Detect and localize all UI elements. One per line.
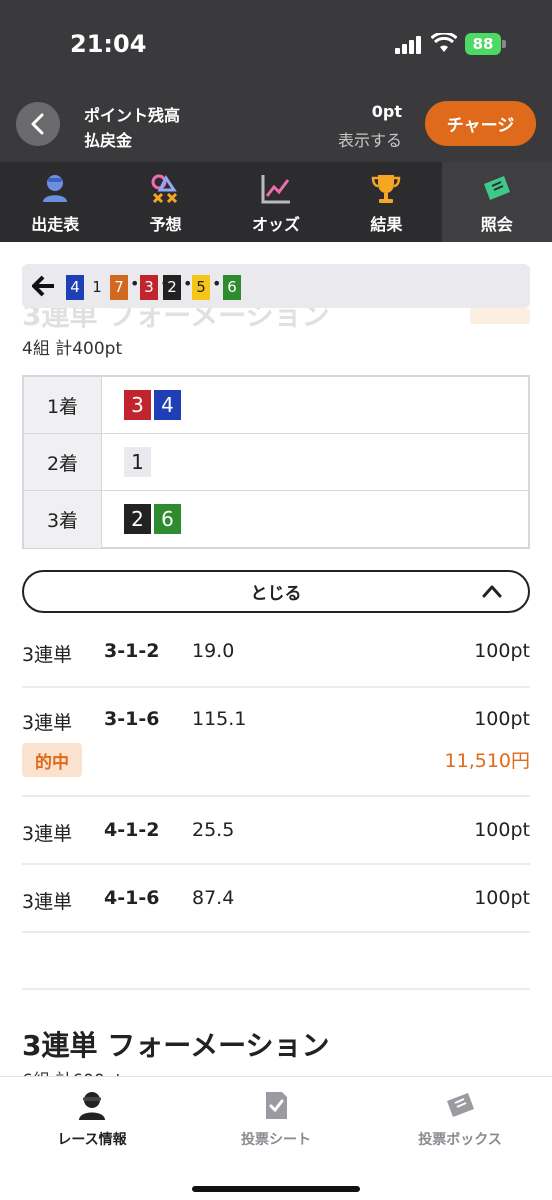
bet-amount: 100pt: [474, 640, 530, 662]
bet-type: 3連単: [22, 712, 73, 734]
bet-combo: 3-1-6: [104, 708, 160, 730]
prediction-shapes-icon: [151, 174, 178, 204]
ticket-icon: [483, 176, 510, 200]
section-divider: [22, 988, 530, 990]
number-box: 1: [124, 447, 151, 477]
tab-odds[interactable]: オッズ: [221, 162, 331, 242]
number-box: 3: [124, 390, 151, 420]
order-chip: 1: [88, 275, 106, 300]
bottom-navigation: レース情報 投票シート 投票ボックス: [0, 1076, 552, 1200]
bet-amount: 100pt: [474, 708, 530, 730]
nav-vote-sheet[interactable]: 投票シート: [184, 1077, 368, 1157]
order-chip: 6: [223, 275, 241, 300]
vote-sheet-icon: [266, 1092, 287, 1119]
bet-amount: 100pt: [474, 819, 530, 841]
place-label: 3着: [24, 491, 102, 548]
nav-vote-box[interactable]: 投票ボックス: [368, 1077, 552, 1157]
tab-inquiry[interactable]: 照会: [441, 162, 552, 242]
number-box: 2: [124, 504, 151, 534]
bet-combo: 4-1-6: [104, 887, 160, 909]
points-value: 0pt: [371, 102, 402, 121]
bet-odds: 115.1: [192, 708, 247, 730]
back-button[interactable]: [16, 102, 60, 146]
combo-count: 6組 計600pt: [22, 1066, 122, 1076]
tab-results[interactable]: 結果: [331, 162, 441, 242]
chart-icon: [261, 175, 290, 204]
chevron-left-icon: [31, 113, 44, 135]
bet-type: 3連単: [22, 644, 73, 666]
number-box: 4: [154, 390, 181, 420]
jockey-icon: [79, 1092, 105, 1120]
points-header: ポイント残高 払戻金 0pt 表示する チャージ: [0, 90, 552, 162]
bet-row: 3連単 4-1-6 87.4 100pt: [22, 865, 530, 933]
home-indicator: [192, 1186, 360, 1192]
trophy-icon: [371, 175, 401, 203]
bet-combo: 3-1-2: [104, 640, 160, 662]
place-row: 1着 3 4: [24, 377, 528, 434]
collapse-button[interactable]: とじる: [22, 570, 530, 613]
formation-table: 1着 3 4 2着 1 3着 2 6: [22, 375, 530, 549]
section-tag-scrolled: [470, 308, 530, 324]
order-separator: •: [130, 274, 140, 293]
payout-amount: 11,510円: [444, 750, 530, 772]
order-chip: 4: [66, 275, 84, 300]
chevron-up-icon: [482, 585, 502, 598]
order-separator: •: [212, 274, 222, 293]
nav-label: レース情報: [57, 1132, 127, 1148]
wifi-icon: [431, 33, 457, 52]
order-chip: 7: [110, 275, 128, 300]
nav-label: 投票ボックス: [418, 1132, 502, 1148]
tab-label: 出走表: [31, 215, 80, 234]
battery-indicator: 88: [465, 33, 501, 55]
nav-race-info[interactable]: レース情報: [0, 1077, 184, 1157]
signal-icon: [395, 36, 421, 54]
refund-show-link[interactable]: 表示する: [338, 127, 402, 151]
charge-button[interactable]: チャージ: [425, 101, 536, 146]
nav-label: 投票シート: [241, 1132, 311, 1148]
hit-badge: 的中: [22, 743, 82, 777]
race-tabs: 出走表 予想 オッズ 結果 照会: [0, 162, 552, 242]
status-bar: 21:04 88: [0, 0, 552, 90]
bet-row: 3連単 3-1-2 19.0 100pt: [22, 618, 530, 688]
tab-entries[interactable]: 出走表: [0, 162, 110, 242]
tab-prediction[interactable]: 予想: [110, 162, 220, 242]
place-label: 1着: [24, 377, 102, 433]
bet-type: 3連単: [22, 823, 73, 845]
points-label: ポイント残高: [84, 106, 181, 125]
tab-label: 照会: [480, 215, 513, 234]
bet-combo: 4-1-2: [104, 819, 160, 841]
place-row: 2着 1: [24, 434, 528, 491]
bet-odds: 25.5: [192, 819, 235, 841]
order-chip: 3: [140, 275, 158, 300]
order-chip: 5: [192, 275, 210, 300]
bet-type: 3連単: [22, 891, 73, 913]
tab-label: 結果: [370, 215, 403, 234]
bet-odds: 87.4: [192, 887, 235, 909]
bet-odds: 19.0: [192, 640, 235, 662]
race-result-bar: 4 1 7 • 3 • 2 • 5 • 6: [22, 264, 530, 308]
ticket-box-icon: [447, 1093, 474, 1117]
inquiry-content: 3連単 フォーメーション 4 1 7 • 3 • 2 • 5 • 6 4組 計4…: [0, 242, 552, 1076]
bet-row: 3連単 4-1-2 25.5 100pt: [22, 797, 530, 865]
tab-label: 予想: [149, 215, 182, 234]
place-row: 3着 2 6: [24, 491, 528, 548]
bet-amount: 100pt: [474, 887, 530, 909]
order-chip: 2: [163, 275, 181, 300]
person-icon: [43, 175, 67, 202]
bet-row-hit: 3連単 3-1-6 115.1 100pt 的中 11,510円: [22, 688, 530, 797]
number-box: 6: [154, 504, 181, 534]
tab-label: オッズ: [251, 215, 300, 234]
status-time: 21:04: [70, 30, 147, 58]
battery-cap: [502, 40, 506, 48]
collapse-label: とじる: [250, 584, 302, 604]
refund-label: 払戻金: [84, 131, 133, 150]
combo-count: 4組 計400pt: [22, 339, 123, 359]
arrow-left-icon: [32, 275, 54, 297]
section-title: 3連単 フォーメーション: [22, 1029, 330, 1062]
place-label: 2着: [24, 434, 102, 490]
